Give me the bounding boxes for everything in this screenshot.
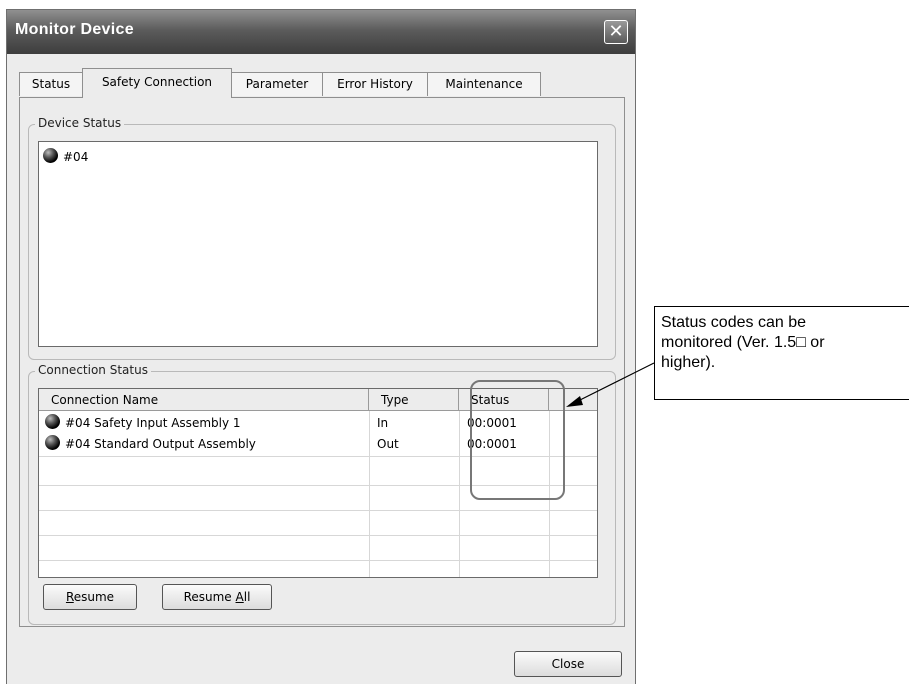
callout-line: higher).	[661, 354, 716, 371]
title-bar[interactable]: Monitor Device ✕	[7, 10, 635, 54]
callout-line: Status codes can be	[661, 314, 806, 331]
tab-maintenance[interactable]: Maintenance	[427, 72, 541, 96]
grid-divider	[369, 411, 370, 577]
grid-divider	[39, 510, 597, 511]
device-status-label: Device Status	[35, 116, 125, 130]
grid-divider	[39, 535, 597, 536]
status-dot-icon	[43, 148, 58, 163]
device-status-list[interactable]: #04	[38, 141, 598, 347]
list-item[interactable]: #04	[43, 148, 88, 164]
connection-name-cell: #04 Standard Output Assembly	[45, 433, 256, 455]
window-title: Monitor Device	[15, 21, 134, 38]
tab-parameter[interactable]: Parameter	[231, 72, 323, 96]
close-button[interactable]: Close	[514, 651, 622, 677]
grid-divider	[459, 411, 460, 577]
resume-button[interactable]: Resume	[43, 584, 137, 610]
status-dot-icon	[45, 435, 60, 450]
safety-connection-panel: Device Status #04 Connection Status Conn…	[19, 97, 625, 627]
resume-all-button[interactable]: Resume All	[162, 584, 272, 610]
type-cell: Out	[377, 437, 399, 451]
grid-divider	[39, 560, 597, 561]
status-column-highlight	[470, 380, 565, 500]
column-header-connection-name[interactable]: Connection Name	[39, 389, 369, 411]
device-label: #04	[63, 150, 89, 164]
device-status-group: Device Status #04	[28, 116, 616, 360]
close-window-button[interactable]: ✕	[604, 20, 628, 44]
column-header-type[interactable]: Type	[369, 389, 459, 411]
connection-status-label: Connection Status	[35, 363, 151, 377]
status-dot-icon	[45, 414, 60, 429]
callout-note: Status codes can be monitored (Ver. 1.5□…	[654, 306, 909, 400]
tab-error-history[interactable]: Error History	[322, 72, 428, 96]
type-cell: In	[377, 416, 389, 430]
connection-name-cell: #04 Safety Input Assembly 1	[45, 412, 241, 434]
monitor-device-window: Monitor Device ✕ Status Safety Connectio…	[6, 9, 636, 684]
callout-line: monitored (Ver. 1.5□ or	[661, 334, 825, 351]
tab-status[interactable]: Status	[19, 72, 83, 96]
tab-safety-connection[interactable]: Safety Connection	[82, 68, 232, 98]
